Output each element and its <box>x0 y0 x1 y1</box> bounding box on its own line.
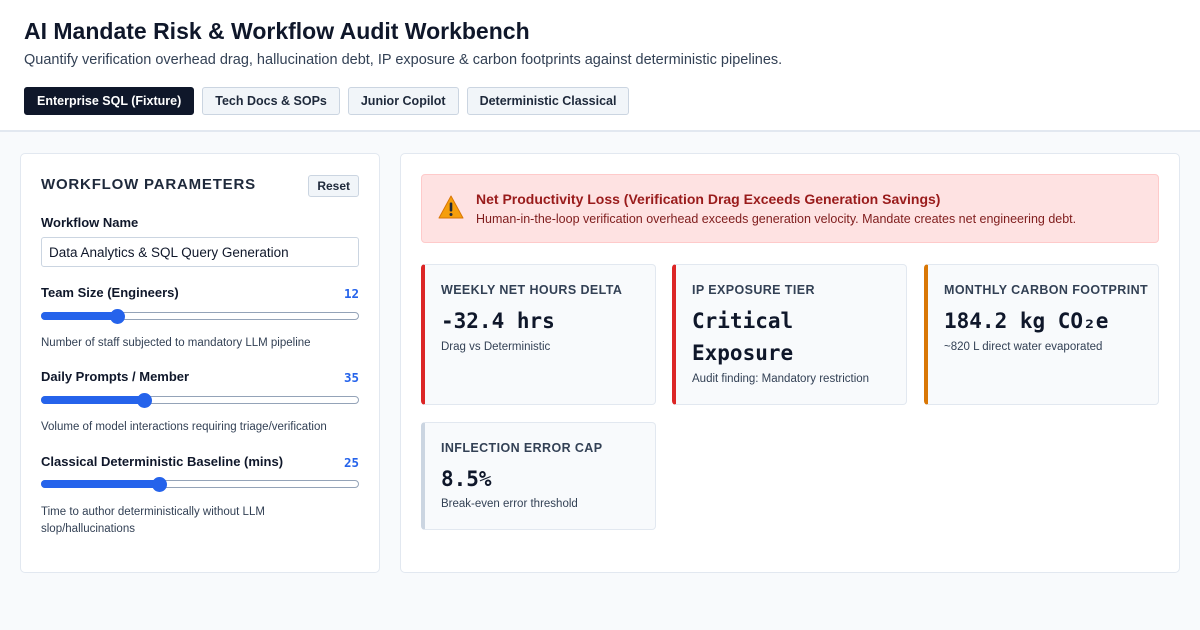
metric-label: INFLECTION ERROR CAP <box>441 441 603 455</box>
workflow-name-label: Workflow Name <box>41 215 139 230</box>
alert-text: Human-in-the-loop verification overhead … <box>476 212 1077 226</box>
baseline-value: 25 <box>343 455 359 470</box>
metric-card-inflection-error-cap: INFLECTION ERROR CAP 8.5% Break-even err… <box>421 422 656 530</box>
reset-button[interactable]: Reset <box>308 175 359 197</box>
metric-sub: Break-even error threshold <box>441 498 578 510</box>
metric-value: -32.4 hrs <box>441 309 555 333</box>
page-subtitle: Quantify verification overhead drag, hal… <box>24 52 783 68</box>
daily-prompts-help: Volume of model interactions requiring t… <box>41 421 327 433</box>
slider-thumb[interactable] <box>151 477 167 492</box>
panel-title: WORKFLOW PARAMETERS <box>41 176 256 193</box>
daily-prompts-value: 35 <box>343 370 359 385</box>
tab-junior-copilot[interactable]: Junior Copilot <box>347 87 459 115</box>
metric-card-carbon-footprint: MONTHLY CARBON FOOTPRINT 184.2 kg CO₂e ~… <box>924 264 1159 405</box>
workflow-name-input[interactable]: Data Analytics & SQL Query Generation <box>41 237 359 267</box>
daily-prompts-label: Daily Prompts / Member <box>41 369 190 384</box>
slider-thumb[interactable] <box>137 393 153 408</box>
workflow-parameters-panel: WORKFLOW PARAMETERS Reset Workflow Name … <box>20 153 380 573</box>
baseline-slider[interactable] <box>41 477 359 492</box>
metric-card-weekly-net-hours: WEEKLY NET HOURS DELTA -32.4 hrs Drag vs… <box>421 264 656 405</box>
team-size-help: Number of staff subjected to mandatory L… <box>41 337 311 349</box>
metric-sub: ~820 L direct water evaporated <box>944 341 1103 353</box>
metric-label: WEEKLY NET HOURS DELTA <box>441 283 623 297</box>
team-size-value: 12 <box>343 286 359 301</box>
metric-card-ip-exposure: IP EXPOSURE TIER Critical Exposure Audit… <box>672 264 907 405</box>
metric-sub: Drag vs Deterministic <box>441 341 551 353</box>
page-title: AI Mandate Risk & Workflow Audit Workben… <box>24 18 530 44</box>
alert-title: Net Productivity Loss (Verification Drag… <box>476 191 941 207</box>
metric-label: MONTHLY CARBON FOOTPRINT <box>944 283 1149 297</box>
metric-value: Critical Exposure <box>692 309 794 365</box>
daily-prompts-slider[interactable] <box>41 393 359 408</box>
tab-tech-docs[interactable]: Tech Docs & SOPs <box>202 87 340 115</box>
preset-tabs: Enterprise SQL (Fixture) Tech Docs & SOP… <box>24 87 630 115</box>
metric-value: 8.5% <box>441 467 492 491</box>
metric-label: IP EXPOSURE TIER <box>692 283 815 297</box>
team-size-slider[interactable] <box>41 309 359 324</box>
page-header: AI Mandate Risk & Workflow Audit Workben… <box>0 0 1200 132</box>
results-panel: Net Productivity Loss (Verification Drag… <box>400 153 1180 573</box>
tab-deterministic-classical[interactable]: Deterministic Classical <box>466 87 630 115</box>
productivity-alert: Net Productivity Loss (Verification Drag… <box>421 174 1159 243</box>
metric-sub: Audit finding: Mandatory restriction <box>692 373 870 385</box>
baseline-help: Time to author deterministically without… <box>41 506 265 535</box>
slider-thumb[interactable] <box>110 309 126 324</box>
warning-icon <box>438 195 464 219</box>
metric-value: 184.2 kg CO₂e <box>944 309 1109 333</box>
tab-enterprise-sql[interactable]: Enterprise SQL (Fixture) <box>24 87 195 115</box>
baseline-label: Classical Deterministic Baseline (mins) <box>41 454 284 469</box>
team-size-label: Team Size (Engineers) <box>41 285 179 300</box>
